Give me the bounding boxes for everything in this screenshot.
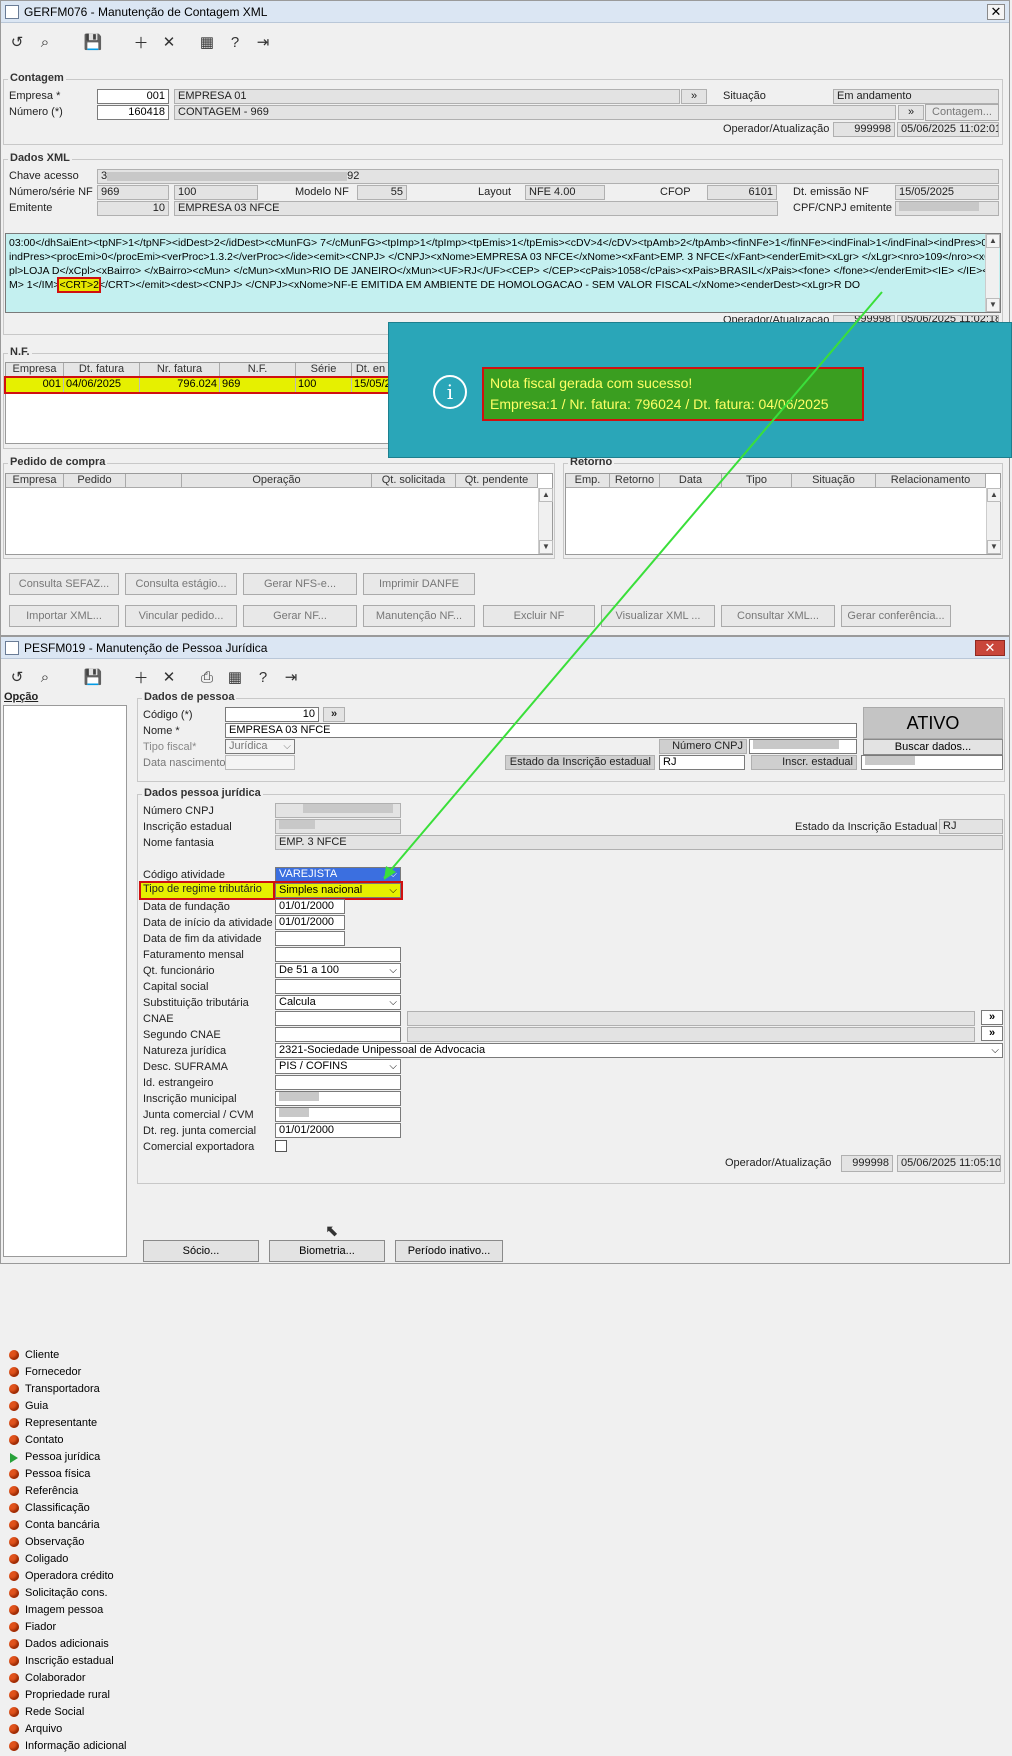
arrow-line	[383, 291, 883, 879]
bullet-icon	[9, 1554, 19, 1564]
sidebar-item-label: Contato	[25, 1434, 64, 1446]
sidebar-item-label: Guia	[25, 1400, 49, 1412]
sidebar-item[interactable]: Pessoa jurídica	[3, 1450, 127, 1467]
arrow-right-icon	[10, 1453, 18, 1463]
sidebar-item[interactable]: Propriedade rural	[3, 1688, 127, 1705]
bullet-icon	[9, 1588, 19, 1598]
sidebar-item-label: Observação	[25, 1536, 85, 1548]
bullet-icon	[9, 1367, 19, 1377]
sidebar-item-label: Referência	[25, 1485, 79, 1497]
sidebar-item[interactable]: Transportadora	[3, 1382, 127, 1399]
bullet-icon	[9, 1622, 19, 1632]
bullet-icon	[9, 1690, 19, 1700]
bullet-icon	[9, 1656, 19, 1666]
arrow-head-icon	[384, 866, 396, 880]
sidebar-item[interactable]: Cliente	[3, 1348, 127, 1365]
bullet-icon	[9, 1520, 19, 1530]
sidebar-item-label: Cliente	[25, 1349, 60, 1361]
sidebar-item-label: Fornecedor	[25, 1366, 82, 1378]
sidebar-item[interactable]: Imagem pessoa	[3, 1603, 127, 1620]
sidebar-item-label: Imagem pessoa	[25, 1604, 104, 1616]
sidebar-item-label: Colaborador	[25, 1672, 86, 1684]
bullet-icon	[9, 1673, 19, 1683]
bullet-icon	[9, 1350, 19, 1360]
sidebar-item[interactable]: Conta bancária	[3, 1518, 127, 1535]
sidebar-item[interactable]: Informação adicional	[3, 1739, 127, 1756]
bullet-icon	[9, 1435, 19, 1445]
bullet-icon	[9, 1639, 19, 1649]
sidebar-item-label: Dados adicionais	[25, 1638, 109, 1650]
sidebar-item[interactable]: Guia	[3, 1399, 127, 1416]
annotation-arrow	[383, 291, 883, 880]
sidebar-item-label: Arquivo	[25, 1723, 63, 1735]
sidebar-item[interactable]: Representante	[3, 1416, 127, 1433]
bullet-icon	[9, 1724, 19, 1734]
sidebar-item[interactable]: Observação	[3, 1535, 127, 1552]
sidebar-item-label: Operadora crédito	[25, 1570, 114, 1582]
sidebar-item[interactable]: Referência	[3, 1484, 127, 1501]
sidebar-item[interactable]: Operadora crédito	[3, 1569, 127, 1586]
sidebar-item[interactable]: Fiador	[3, 1620, 127, 1637]
bullet-icon	[9, 1401, 19, 1411]
sidebar-item-label: Classificação	[25, 1502, 90, 1514]
bullet-icon	[9, 1503, 19, 1513]
sidebar-item-label: Conta bancária	[25, 1519, 100, 1531]
sidebar-item-label: Pessoa física	[25, 1468, 91, 1480]
bullet-icon	[9, 1741, 19, 1751]
sidebar-item-label: Pessoa jurídica	[25, 1451, 101, 1463]
sidebar-item[interactable]: Coligado	[3, 1552, 127, 1569]
sidebar-item-label: Fiador	[25, 1621, 57, 1633]
sidebar-item-label: Propriedade rural	[25, 1689, 110, 1701]
sidebar-item-label: Representante	[25, 1417, 98, 1429]
bullet-icon	[9, 1707, 19, 1717]
sidebar-item-label: Transportadora	[25, 1383, 100, 1395]
sidebar-item[interactable]: Fornecedor	[3, 1365, 127, 1382]
bullet-icon	[9, 1469, 19, 1479]
bullet-icon	[9, 1418, 19, 1428]
sidebar-item[interactable]: Inscrição estadual	[3, 1654, 127, 1671]
sidebar-item[interactable]: Contato	[3, 1433, 127, 1450]
sidebar-item[interactable]: Pessoa física	[3, 1467, 127, 1484]
sidebar-item[interactable]: Dados adicionais	[3, 1637, 127, 1654]
bullet-icon	[9, 1486, 19, 1496]
sidebar-item-label: Informação adicional	[25, 1740, 127, 1752]
sidebar-item[interactable]: Arquivo	[3, 1722, 127, 1739]
sidebar-item[interactable]: Classificação	[3, 1501, 127, 1518]
bullet-icon	[9, 1384, 19, 1394]
sidebar-item[interactable]: Solicitação cons.	[3, 1586, 127, 1603]
sidebar-item-label: Coligado	[25, 1553, 69, 1565]
bullet-icon	[9, 1605, 19, 1615]
sidebar-item[interactable]: Colaborador	[3, 1671, 127, 1688]
sidebar-item-label: Solicitação cons.	[25, 1587, 108, 1599]
sidebar-item-label: Inscrição estadual	[25, 1655, 114, 1667]
sidebar-item[interactable]: Rede Social	[3, 1705, 127, 1722]
sidebar-item-label: Rede Social	[25, 1706, 85, 1718]
bullet-icon	[9, 1537, 19, 1547]
bullet-icon	[9, 1571, 19, 1581]
